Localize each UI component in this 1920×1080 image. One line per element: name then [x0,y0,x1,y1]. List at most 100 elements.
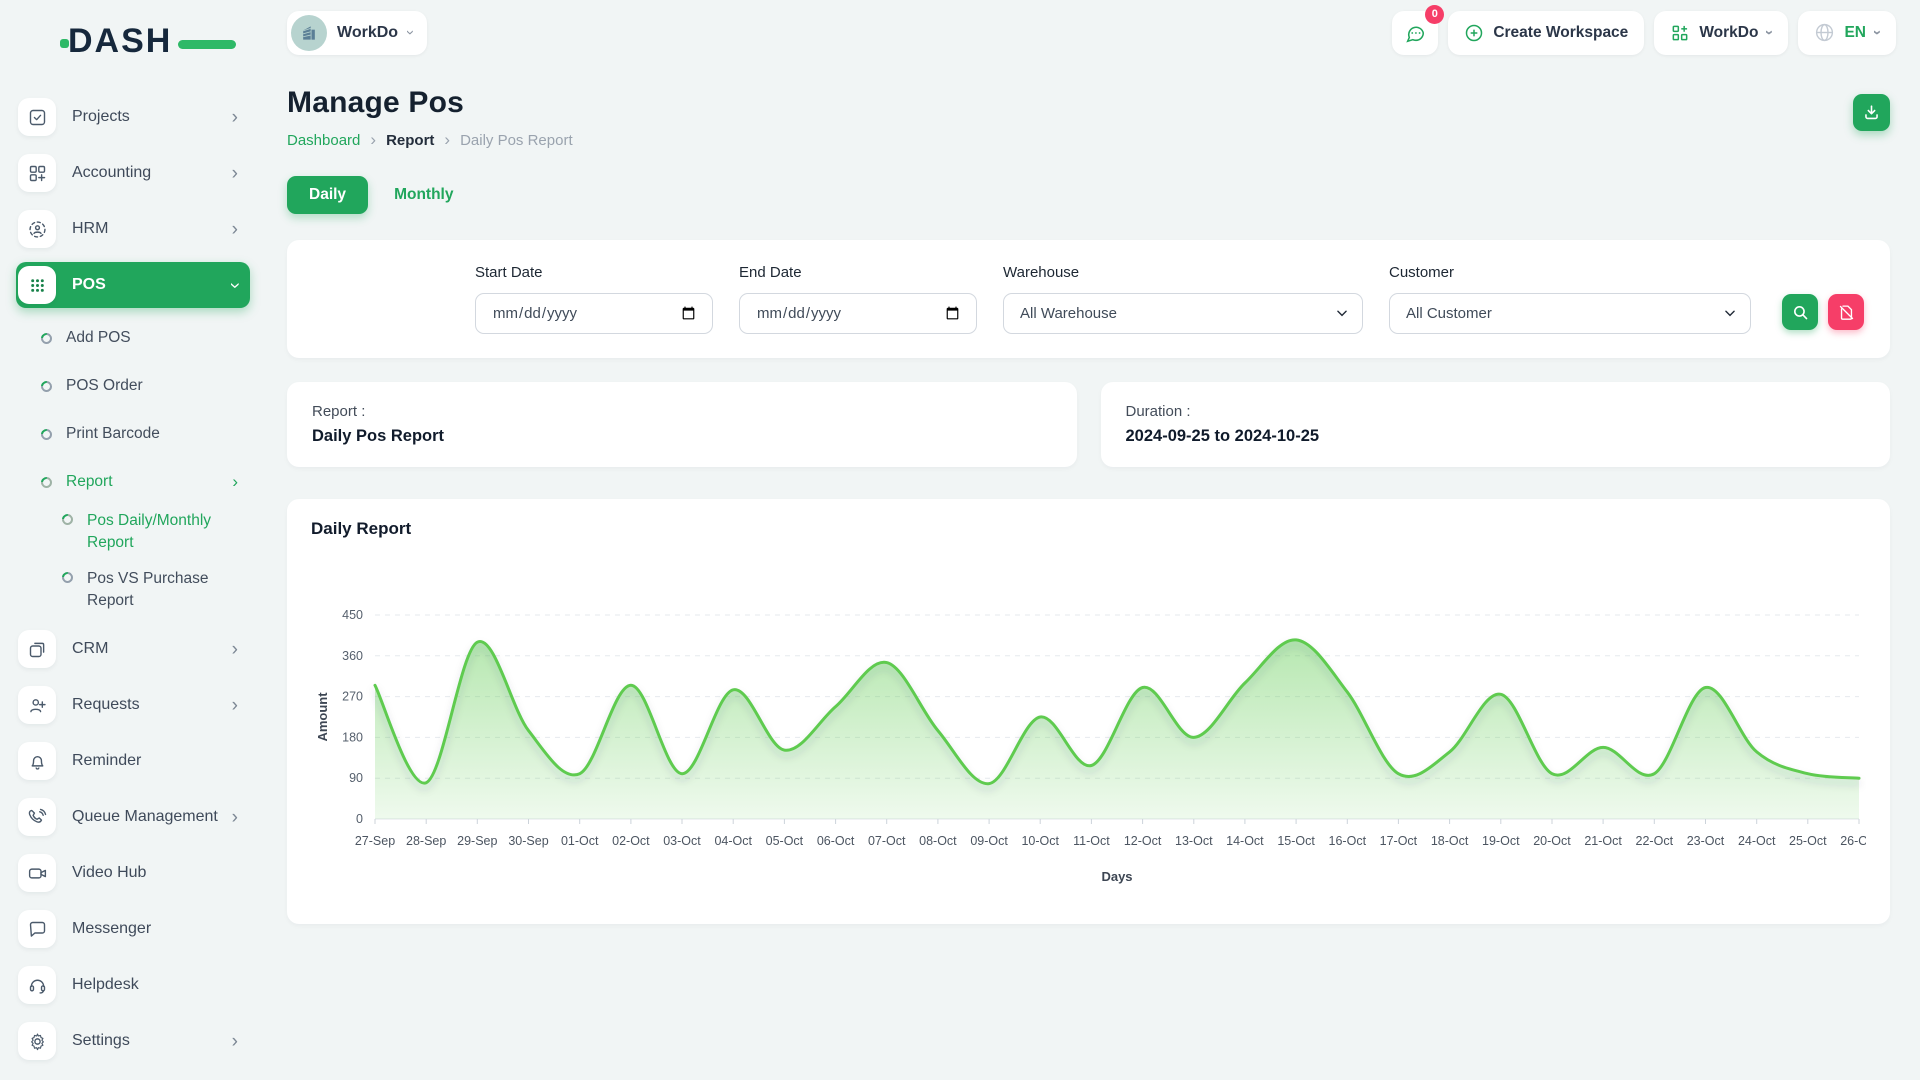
warehouse-field: Warehouse All Warehouse [1003,264,1363,334]
chevron-right-icon: › [232,808,238,827]
warehouse-select[interactable]: All Warehouse [1003,293,1363,334]
language-selector[interactable]: EN › [1798,11,1896,55]
messages-badge: 0 [1425,5,1444,24]
report-summary-card: Report : Daily Pos Report [287,382,1077,467]
svg-text:05-Oct: 05-Oct [766,834,804,848]
sidebar-item-label: Helpdesk [72,976,244,994]
messages-button[interactable]: 0 [1392,11,1438,55]
sidebar-nav: Projects›Accounting›HRM›POS›Add POSPOS O… [16,94,250,1064]
sidebar-item-pos[interactable]: POS› [16,262,250,308]
chevron-down-icon: › [1761,30,1778,35]
tab-daily[interactable]: Daily [287,176,368,214]
app-menu-button[interactable]: WorkDo › [1654,11,1788,55]
sidebar-item-pos-vs-purchase-report[interactable]: Pos VS Purchase Report [16,568,250,612]
end-date-input[interactable] [739,293,977,334]
svg-text:10-Oct: 10-Oct [1021,834,1059,848]
sidebar-item-accounting[interactable]: Accounting› [16,150,250,196]
sidebar-item-crm[interactable]: CRM› [16,626,250,672]
logo-dot [60,39,69,48]
svg-text:28-Sep: 28-Sep [406,834,446,848]
plus-circle-icon [1464,23,1484,43]
video-icon [18,854,56,892]
chevron-right-icon: › [232,1032,238,1051]
svg-text:19-Oct: 19-Oct [1482,834,1520,848]
svg-text:14-Oct: 14-Oct [1226,834,1264,848]
sidebar-item-print-barcode[interactable]: Print Barcode [16,414,250,454]
sidebar-item-add-pos[interactable]: Add POS [16,318,250,358]
start-date-input[interactable] [475,293,713,334]
chevron-down-icon: › [1869,30,1886,35]
sidebar-item-pos-daily-monthly-report[interactable]: Pos Daily/Monthly Report [16,510,250,554]
sidebar: DASH Projects›Accounting›HRM›POS›Add POS… [0,0,260,1080]
sidebar-item-messenger[interactable]: Messenger [16,906,250,952]
duration-label: Duration : [1126,403,1866,420]
search-button[interactable] [1782,294,1818,330]
svg-text:180: 180 [342,730,363,744]
filter-card: Start Date End Date Warehouse All Wareho… [287,240,1890,358]
pos-icon [18,266,56,304]
svg-text:11-Oct: 11-Oct [1073,834,1110,848]
svg-text:13-Oct: 13-Oct [1175,834,1213,848]
topbar-actions: 0 Create Workspace WorkDo › EN › [1392,11,1896,55]
sidebar-item-report[interactable]: Report› [16,462,250,502]
sidebar-item-helpdesk[interactable]: Helpdesk [16,962,250,1008]
workspace-name: WorkDo [337,24,398,42]
customer-field: Customer All Customer [1389,264,1751,334]
daily-report-area-chart: 09018027036045027-Sep28-Sep29-Sep30-Sep0… [311,553,1866,898]
svg-text:27-Sep: 27-Sep [355,834,395,848]
svg-text:Days: Days [1101,869,1132,884]
tab-monthly[interactable]: Monthly [394,186,453,204]
search-icon [1792,304,1809,321]
reminder-icon [18,742,56,780]
requests-icon [18,686,56,724]
svg-text:0: 0 [356,812,363,826]
svg-text:360: 360 [342,649,363,663]
breadcrumb-report[interactable]: Report [386,132,434,149]
sidebar-subitem-label: Print Barcode [66,425,160,443]
language-label: EN [1844,24,1866,42]
dash-logo[interactable]: DASH [68,22,218,64]
sidebar-subitem-label: Pos Daily/Monthly Report [87,510,237,554]
sidebar-item-hrm[interactable]: HRM› [16,206,250,252]
chevron-right-icon: › [232,164,238,183]
svg-text:03-Oct: 03-Oct [663,834,701,848]
sidebar-item-reminder[interactable]: Reminder [16,738,250,784]
chevron-right-icon: › [232,108,238,127]
sidebar-item-label: POS [72,276,232,294]
sidebar-subitem-label: Add POS [66,329,131,347]
svg-text:270: 270 [342,690,363,704]
sidebar-item-settings[interactable]: Settings› [16,1018,250,1064]
customer-select[interactable]: All Customer [1389,293,1751,334]
svg-text:24-Oct: 24-Oct [1738,834,1776,848]
sidebar-item-queue-management[interactable]: Queue Management› [16,794,250,840]
sidebar-item-requests[interactable]: Requests› [16,682,250,728]
page-content: Manage Pos Dashboard › Report › Daily Po… [260,58,1920,924]
main-area: WorkDo › 0 Create Workspace WorkDo › EN … [260,0,1920,1080]
chevron-right-icon: › [232,640,238,659]
workspace-switcher[interactable]: WorkDo › [287,11,427,55]
create-workspace-button[interactable]: Create Workspace [1448,11,1644,55]
duration-summary-card: Duration : 2024-09-25 to 2024-10-25 [1101,382,1891,467]
reset-filter-button[interactable] [1828,294,1864,330]
svg-text:04-Oct: 04-Oct [714,834,752,848]
sidebar-item-pos-order[interactable]: POS Order [16,366,250,406]
sidebar-item-label: Requests [72,696,232,714]
svg-text:17-Oct: 17-Oct [1380,834,1418,848]
svg-text:25-Oct: 25-Oct [1789,834,1827,848]
message-icon [1404,22,1426,44]
breadcrumb-dashboard[interactable]: Dashboard [287,132,360,149]
create-workspace-label: Create Workspace [1493,24,1628,42]
logo-green-dash [178,40,236,49]
download-button[interactable] [1853,94,1890,131]
bullet-icon [39,426,54,441]
bullet-icon [39,378,54,393]
sidebar-item-label: Projects [72,108,232,126]
report-value: Daily Pos Report [312,427,1052,446]
sidebar-item-projects[interactable]: Projects› [16,94,250,140]
sidebar-item-label: Reminder [72,752,244,770]
svg-text:15-Oct: 15-Oct [1277,834,1315,848]
svg-text:26-Oct: 26-Oct [1840,834,1866,848]
report-tabs: Daily Monthly [287,176,1890,214]
svg-text:450: 450 [342,608,363,622]
sidebar-item-video-hub[interactable]: Video Hub [16,850,250,896]
